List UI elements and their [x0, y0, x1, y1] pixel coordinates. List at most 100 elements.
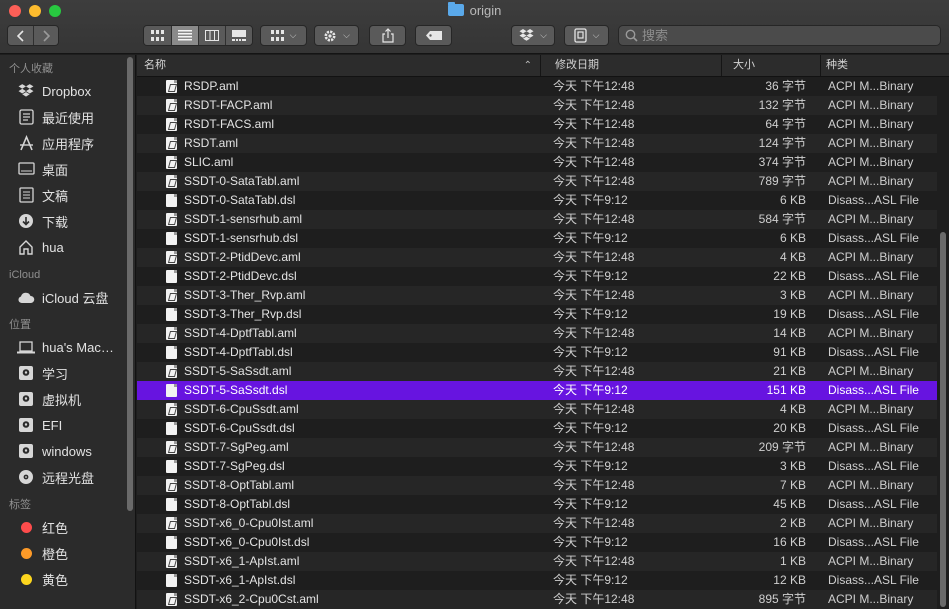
extension-menu-button[interactable]: ⌵ — [564, 25, 609, 46]
file-date: 今天 下午12:48 — [553, 79, 635, 93]
icon-view-button[interactable] — [144, 26, 172, 45]
list-view-button[interactable] — [172, 26, 199, 45]
file-row[interactable]: SSDT-4-DptfTabl.aml 今天 下午12:48 14 KB ACPI M… — [137, 324, 937, 343]
column-view-button[interactable] — [199, 26, 226, 45]
file-name: SSDT-5-SaSsdt.aml — [184, 364, 292, 378]
file-name: SSDT-1-sensrhub.aml — [184, 212, 303, 226]
file-row[interactable]: SSDT-x6_0-Cpu0Ist.dsl 今天 下午9:12 16 KB Disas… — [137, 533, 937, 552]
sidebar-item-label: 橙色 — [42, 546, 69, 562]
sidebar-item-tags-2[interactable]: 黄色 — [0, 566, 135, 592]
file-row[interactable]: SSDT-2-PtidDevc.aml 今天 下午12:48 4 KB ACPI M.… — [137, 248, 937, 267]
file-row[interactable]: SSDT-0-SataTabl.dsl 今天 下午9:12 6 KB Disass..… — [137, 191, 937, 210]
documents-icon — [17, 186, 35, 204]
file-row[interactable]: SSDT-x6_1-ApIst.dsl 今天 下午9:12 12 KB Disass.… — [137, 571, 937, 590]
sidebar-item-fav-4[interactable]: 文稿 — [0, 182, 135, 208]
column-header-row: 名称 ⌃ 修改日期 大小 种类 — [137, 55, 949, 77]
file-name: SSDT-1-sensrhub.dsl — [184, 231, 299, 245]
file-row[interactable]: SSDT-6-CpuSsdt.aml 今天 下午12:48 4 KB ACPI M..… — [137, 400, 937, 419]
column-header-name[interactable]: 名称 ⌃ — [137, 55, 541, 76]
file-size: 132 字节 — [758, 98, 806, 112]
file-size: 151 KB — [766, 383, 806, 397]
file-row[interactable]: SSDT-1-sensrhub.aml 今天 下午12:48 584 字节 ACPI … — [137, 210, 937, 229]
sidebar-item-fav-1[interactable]: 最近使用 — [0, 104, 135, 130]
sidebar-item-loc-2[interactable]: 虚拟机 — [0, 386, 135, 412]
file-row[interactable]: SSDT-x6_1-ApIst.aml 今天 下午12:48 1 KB ACPI M.… — [137, 552, 937, 571]
file-row[interactable]: SSDT-7-SgPeg.dsl 今天 下午9:12 3 KB Disass...AS… — [137, 457, 937, 476]
file-row[interactable]: SSDT-5-SaSsdt.aml 今天 下午12:48 21 KB ACPI M..… — [137, 362, 937, 381]
back-button[interactable] — [8, 26, 34, 45]
file-kind: ACPI M...Binary — [828, 250, 914, 264]
file-row[interactable]: RSDT-FACS.aml 今天 下午12:48 64 字节 ACPI M...Bin… — [137, 115, 937, 134]
sidebar-item-fav-2[interactable]: 应用程序 — [0, 130, 135, 156]
gear-icon — [324, 30, 336, 41]
file-list-scrollbar-thumb[interactable] — [940, 232, 946, 607]
sidebar-item-fav-3[interactable]: 桌面 — [0, 156, 135, 182]
column-header-kind[interactable]: 种类 — [819, 55, 949, 76]
file-row[interactable]: SSDT-1-sensrhub.dsl 今天 下午9:12 6 KB Disass..… — [137, 229, 937, 248]
disk-icon — [17, 390, 35, 408]
file-row[interactable]: SSDT-8-OptTabl.dsl 今天 下午9:12 45 KB Disass..… — [137, 495, 937, 514]
file-row[interactable]: SLIC.aml 今天 下午12:48 374 字节 ACPI M...Binary — [137, 153, 937, 172]
sidebar-item-label: 学习 — [42, 366, 69, 382]
action-menu-button[interactable]: ⌵ — [314, 25, 359, 46]
file-list-scrollbar[interactable] — [937, 77, 949, 609]
sidebar-item-icloud-0[interactable]: iCloud 云盘 — [0, 284, 135, 310]
folder-icon — [447, 2, 464, 16]
sidebar-item-tags-0[interactable]: 红色 — [0, 514, 135, 540]
sidebar-item-loc-1[interactable]: 学习 — [0, 360, 135, 386]
column-header-date[interactable]: 修改日期 — [548, 55, 722, 76]
sidebar: 个人收藏 Dropbox 最近使用 应用程序 桌面 文稿 下载 hua iCloud iCl… — [0, 55, 136, 609]
file-kind: ACPI M...Binary — [828, 478, 914, 492]
file-row[interactable]: SSDT-5-SaSsdt.dsl 今天 下午9:12 151 KB Disass..… — [137, 381, 937, 400]
binary-file-icon — [166, 99, 177, 112]
file-row[interactable]: SSDT-4-DptfTabl.dsl 今天 下午9:12 91 KB Disass.… — [137, 343, 937, 362]
forward-button[interactable] — [34, 26, 58, 45]
file-row[interactable]: SSDT-3-Ther_Rvp.aml 今天 下午12:48 3 KB ACPI M.… — [137, 286, 937, 305]
edit-tags-button[interactable] — [415, 25, 452, 46]
cloud-icon — [17, 288, 35, 306]
file-row[interactable]: SSDT-0-SataTabl.aml 今天 下午12:48 789 字节 ACPI … — [137, 172, 937, 191]
sidebar-scrollbar[interactable] — [126, 55, 134, 609]
binary-file-icon — [166, 80, 177, 93]
file-date: 今天 下午12:48 — [553, 155, 635, 169]
text-file-icon — [166, 194, 177, 207]
sidebar-item-label: 文稿 — [42, 188, 69, 204]
dropbox-menu-button[interactable]: ⌵ — [511, 25, 555, 46]
search-input[interactable] — [642, 28, 922, 43]
chevron-down-icon: ⌵ — [343, 30, 350, 40]
file-row[interactable]: RSDT-FACP.aml 今天 下午12:48 132 字节 ACPI M...Bi… — [137, 96, 937, 115]
share-button[interactable] — [369, 25, 406, 46]
file-row[interactable]: SSDT-3-Ther_Rvp.dsl 今天 下午9:12 19 KB Disass.… — [137, 305, 937, 324]
file-date: 今天 下午12:48 — [553, 326, 635, 340]
file-date: 今天 下午12:48 — [553, 288, 635, 302]
sidebar-item-label: 黄色 — [42, 572, 69, 588]
search-field[interactable] — [618, 25, 941, 46]
tags-list: 红色橙色黄色 — [0, 514, 135, 592]
file-size: 584 字节 — [758, 212, 806, 226]
sidebar-item-loc-3[interactable]: EFI — [0, 412, 135, 438]
sidebar-item-loc-0[interactable]: hua's Mac… — [0, 334, 135, 360]
file-row[interactable]: SSDT-8-OptTabl.aml 今天 下午12:48 7 KB ACPI M..… — [137, 476, 937, 495]
sidebar-item-fav-0[interactable]: Dropbox — [0, 78, 135, 104]
sidebar-item-fav-5[interactable]: 下载 — [0, 208, 135, 234]
file-row[interactable]: RSDT.aml 今天 下午12:48 124 字节 ACPI M...Binary — [137, 134, 937, 153]
column-header-size[interactable]: 大小 — [726, 55, 821, 76]
file-row[interactable]: SSDT-2-PtidDevc.dsl 今天 下午9:12 22 KB Disass.… — [137, 267, 937, 286]
file-row[interactable]: SSDT-x6_0-Cpu0Ist.aml 今天 下午12:48 2 KB ACPI … — [137, 514, 937, 533]
file-row[interactable]: SSDT-x6_2-Cpu0Cst.aml 今天 下午12:48 895 字节 ACP… — [137, 590, 937, 609]
sidebar-item-loc-5[interactable]: 远程光盘 — [0, 464, 135, 490]
sidebar-item-tags-1[interactable]: 橙色 — [0, 540, 135, 566]
file-row[interactable]: SSDT-6-CpuSsdt.dsl 今天 下午9:12 20 KB Disass..… — [137, 419, 937, 438]
file-kind: ACPI M...Binary — [828, 516, 914, 530]
sidebar-scrollbar-thumb[interactable] — [127, 57, 133, 511]
binary-file-icon — [166, 118, 177, 131]
sidebar-item-loc-4[interactable]: windows — [0, 438, 135, 464]
file-row[interactable]: RSDP.aml 今天 下午12:48 36 字节 ACPI M...Binary — [137, 77, 937, 96]
group-by-button[interactable]: ⌵ — [260, 25, 307, 46]
gallery-view-button[interactable] — [226, 26, 252, 45]
file-row[interactable]: SSDT-7-SgPeg.aml 今天 下午12:48 209 字节 ACPI M..… — [137, 438, 937, 457]
file-kind: ACPI M...Binary — [828, 136, 914, 150]
sidebar-item-label: hua — [42, 239, 64, 255]
sidebar-item-fav-6[interactable]: hua — [0, 234, 135, 260]
sidebar-section-icloud: iCloud — [9, 269, 41, 281]
